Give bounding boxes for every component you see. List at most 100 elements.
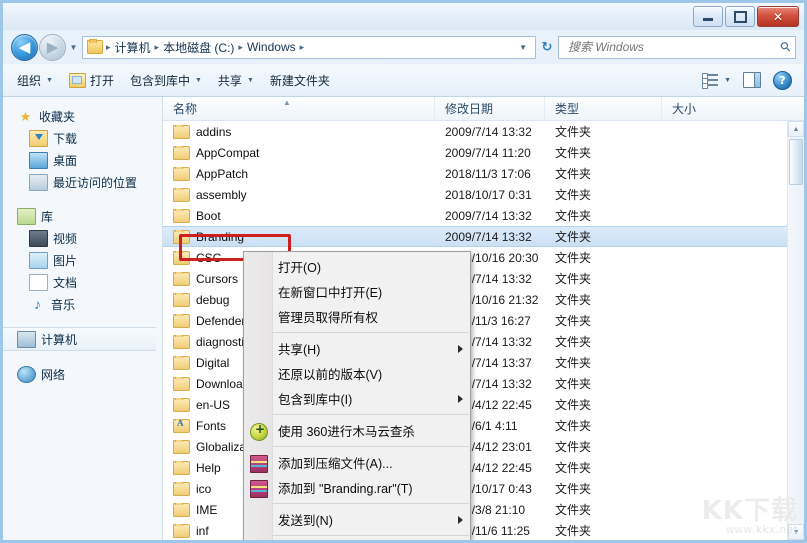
file-name-label: ico	[196, 481, 212, 496]
scroll-down-button[interactable]: ▼	[788, 524, 804, 540]
table-row[interactable]: Boot 2009/7/14 13:32 文件夹	[163, 205, 788, 226]
menu-item[interactable]: 打开(O)	[244, 254, 470, 279]
document-icon	[29, 273, 48, 291]
menu-item[interactable]: 在新窗口中打开(E)	[244, 279, 470, 304]
sidebar-label: 收藏夹	[39, 109, 76, 124]
column-header-type[interactable]: 类型	[545, 97, 662, 120]
table-row[interactable]: addins 2009/7/14 13:32 文件夹	[163, 121, 788, 142]
breadcrumb-item-computer[interactable]: 计算机	[112, 39, 154, 56]
sidebar-item-videos[interactable]: 视频	[3, 227, 162, 249]
minimize-button[interactable]	[693, 6, 723, 27]
folder-icon	[173, 502, 190, 517]
history-dropdown-button[interactable]: ▼	[67, 43, 80, 52]
folder-icon	[173, 271, 190, 286]
new-folder-button[interactable]: 新建文件夹	[262, 68, 338, 92]
breadcrumb[interactable]: ▸ 计算机 ▸ 本地磁盘 (C:) ▸ Windows ▸ ▼	[82, 35, 536, 59]
change-view-button[interactable]: ▼	[698, 68, 735, 92]
share-button[interactable]: 共享 ▼	[210, 68, 262, 92]
cell-type: 文件夹	[555, 440, 592, 454]
picture-icon	[29, 251, 48, 269]
sidebar-label: 网络	[41, 367, 66, 382]
toolbar-right-group: ▼ ?	[698, 68, 798, 92]
refresh-button[interactable]: ↻	[536, 36, 558, 59]
address-bar: ◀ ▶ ▼ ▸ 计算机 ▸ 本地磁盘 (C:) ▸ Windows ▸ ▼ ↻ …	[3, 30, 804, 64]
sidebar-item-music[interactable]: ♪ 音乐	[3, 293, 162, 315]
organize-label: 组织	[17, 73, 42, 88]
scroll-up-button[interactable]: ▲	[788, 121, 804, 137]
submenu-arrow-icon	[458, 516, 463, 524]
cell-type: 文件夹	[555, 482, 592, 496]
column-header-size[interactable]: 大小	[662, 97, 772, 120]
menu-item[interactable]: 管理员取得所有权	[244, 304, 470, 329]
winrar-icon	[250, 455, 268, 473]
sidebar-item-computer[interactable]: 计算机	[3, 327, 156, 351]
table-row[interactable]: AppPatch 2018/11/3 17:06 文件夹	[163, 163, 788, 184]
cell-type: 文件夹	[555, 377, 592, 391]
table-row[interactable]: AppCompat 2009/7/14 11:20 文件夹	[163, 142, 788, 163]
back-button[interactable]: ◀	[11, 33, 38, 61]
preview-pane-icon	[743, 72, 761, 88]
sidebar-item-pictures[interactable]: 图片	[3, 249, 162, 271]
address-dropdown-icon[interactable]: ▼	[513, 43, 533, 52]
table-row[interactable]: Branding 2009/7/14 13:32 文件夹	[163, 226, 788, 247]
search-box[interactable]: ⚲	[558, 35, 796, 59]
menu-item[interactable]: 添加到压缩文件(A)...	[244, 450, 470, 475]
cell-type: 文件夹	[555, 272, 592, 286]
sidebar-label: 最近访问的位置	[53, 175, 138, 190]
sidebar-item-libraries[interactable]: 库	[3, 205, 162, 227]
chevron-down-icon: ▼	[246, 76, 254, 84]
preview-pane-button[interactable]	[737, 68, 767, 92]
menu-item-label: 发送到(N)	[278, 514, 333, 528]
menu-item-label: 共享(H)	[278, 343, 321, 357]
file-name-label: Fonts	[196, 418, 227, 433]
chevron-down-icon: ▼	[69, 42, 78, 52]
menu-item[interactable]: 添加到 "Branding.rar"(T)	[244, 475, 470, 500]
menu-item[interactable]: 共享(H)	[244, 336, 470, 361]
maximize-button[interactable]	[725, 6, 755, 27]
sidebar-item-network[interactable]: 网络	[3, 363, 162, 385]
help-button[interactable]: ?	[769, 68, 796, 92]
menu-item-label: 管理员取得所有权	[278, 311, 379, 325]
menu-item[interactable]: 包含到库中(I)	[244, 386, 470, 411]
maximize-icon	[733, 10, 747, 23]
scrollbar-thumb[interactable]	[789, 139, 803, 185]
column-header-date[interactable]: 修改日期	[435, 97, 545, 120]
menu-separator	[273, 446, 469, 447]
cell-type: 文件夹	[555, 125, 592, 139]
sidebar-item-recent-places[interactable]: 最近访问的位置	[3, 171, 162, 193]
menu-item-label: 打开(O)	[278, 261, 322, 275]
search-input[interactable]	[566, 39, 782, 55]
organize-button[interactable]: 组织 ▼	[9, 68, 61, 92]
sidebar-item-documents[interactable]: 文档	[3, 271, 162, 293]
cell-date: 2009/7/14 11:20	[445, 145, 531, 160]
cell-name: addins	[163, 124, 435, 139]
sidebar-item-favorites[interactable]: ★ 收藏夹	[3, 105, 162, 127]
column-header-name[interactable]: 名称 ▲	[163, 97, 435, 120]
close-button[interactable]: ✕	[757, 6, 799, 27]
folder-icon	[173, 208, 190, 223]
breadcrumb-item-windows[interactable]: Windows	[244, 40, 299, 54]
menu-item[interactable]: 剪切(T)	[244, 539, 470, 540]
breadcrumb-item-local-disk[interactable]: 本地磁盘 (C:)	[160, 39, 237, 56]
vertical-scrollbar[interactable]: ▲ ▼	[787, 121, 804, 540]
desktop-icon	[29, 151, 48, 169]
open-button[interactable]: 打开	[61, 68, 122, 92]
include-in-library-button[interactable]: 包含到库中 ▼	[122, 68, 210, 92]
menu-item[interactable]: 发送到(N)	[244, 507, 470, 532]
sidebar-item-downloads[interactable]: 下载	[3, 127, 162, 149]
file-name-label: Branding	[196, 229, 245, 244]
sidebar-item-desktop[interactable]: 桌面	[3, 149, 162, 171]
submenu-arrow-icon	[458, 345, 463, 353]
menu-item[interactable]: 还原以前的版本(V)	[244, 361, 470, 386]
file-name-label: AppPatch	[196, 166, 249, 181]
forward-button[interactable]: ▶	[39, 33, 66, 61]
table-row[interactable]: assembly 2018/10/17 0:31 文件夹	[163, 184, 788, 205]
view-list-icon	[702, 73, 719, 89]
menu-item[interactable]: 使用 360进行木马云查杀	[244, 418, 470, 443]
cell-type: 文件夹	[555, 251, 592, 265]
close-icon: ✕	[772, 9, 784, 24]
cell-type: 文件夹	[555, 398, 592, 412]
file-name-label: addins	[196, 124, 232, 139]
toolbar: 组织 ▼ 打开 包含到库中 ▼ 共享 ▼ 新建文件夹 ▼ ?	[3, 64, 804, 97]
